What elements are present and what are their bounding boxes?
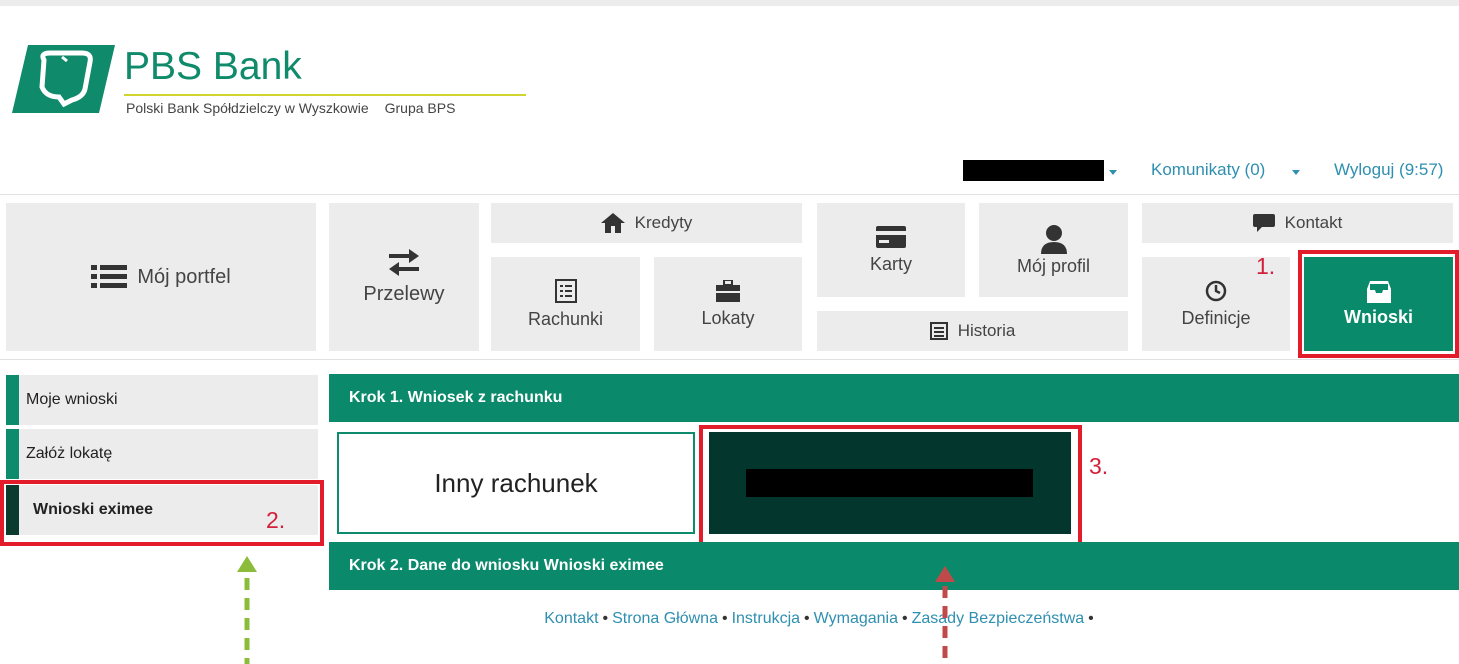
annotation-arrow-up-red-icon — [935, 566, 955, 664]
nav-accounts-label: Rachunki — [527, 308, 604, 329]
divider — [0, 359, 1459, 360]
brand-subtitle-left: Polski Bank Spółdzielczy w Wyszkowie — [126, 100, 369, 116]
chat-bubble-icon — [1252, 214, 1275, 232]
sidebar-item-my-applications[interactable]: Moje wnioski — [6, 375, 318, 425]
nav-deposits[interactable]: Lokaty — [654, 257, 802, 351]
nav-contact-label: Kontakt — [1284, 213, 1343, 232]
footer-link-home[interactable]: Strona Główna — [612, 610, 718, 627]
transfer-arrows-icon — [389, 248, 419, 276]
footer-link-requirements[interactable]: Wymagania — [814, 610, 898, 627]
sidebar-item-open-deposit[interactable]: Załóż lokatę — [6, 429, 318, 479]
nav-my-portfolio[interactable]: Mój portfel — [6, 203, 316, 351]
nav-credits-label: Kredyty — [634, 213, 693, 232]
highlight-box-applications — [1298, 250, 1459, 358]
footer-separator: • — [602, 610, 609, 627]
list-icon — [91, 265, 128, 288]
brand-subtitle: Polski Bank Spółdzielczy w Wyszkowie Grup… — [126, 100, 471, 116]
footer-links: Kontakt • Strona Główna • Instrukcja • Wymagan… — [0, 610, 1459, 628]
other-account-label: Inny rachunek — [434, 467, 598, 498]
nav-history[interactable]: Historia — [817, 311, 1128, 351]
nav-cards-label: Karty — [869, 253, 912, 274]
annotation-number-1: 1. — [1256, 253, 1276, 279]
logout-link[interactable]: Wyloguj (9:57) — [1334, 160, 1443, 180]
footer-link-instructions[interactable]: Instrukcja — [732, 610, 800, 627]
step-1-header: Krok 1. Wniosek z rachunku — [329, 374, 1459, 422]
bank-logo-icon — [12, 45, 115, 113]
brand-name: PBS Bank — [124, 45, 302, 88]
nav-transfers-label: Przelewy — [363, 282, 445, 305]
messages-chevron-down-icon[interactable] — [1292, 170, 1300, 175]
footer-separator: • — [804, 610, 810, 627]
nav-transfers[interactable]: Przelewy — [329, 203, 479, 351]
briefcase-icon — [716, 279, 740, 302]
nav-my-profile-label: Mój profil — [1016, 255, 1091, 276]
nav-accounts[interactable]: Rachunki — [491, 257, 640, 351]
history-list-icon — [929, 322, 948, 340]
home-icon — [600, 213, 625, 233]
annotation-number-3: 3. — [1089, 453, 1109, 479]
footer-separator: • — [902, 610, 908, 627]
nav-definitions-label: Definicje — [1181, 307, 1251, 328]
nav-deposits-label: Lokaty — [701, 307, 755, 328]
brand-subtitle-right: Grupa BPS — [384, 100, 456, 116]
clock-icon — [1205, 280, 1227, 301]
nav-credits[interactable]: Kredyty — [491, 203, 802, 243]
nav-contact[interactable]: Kontakt — [1142, 203, 1453, 243]
annotation-number-2: 2. — [266, 507, 286, 533]
nav-my-portfolio-label: Mój portfel — [137, 265, 231, 288]
user-icon — [1040, 224, 1067, 254]
highlight-box-account — [699, 425, 1082, 546]
other-account-option[interactable]: Inny rachunek — [337, 432, 695, 534]
nav-history-label: Historia — [957, 321, 1016, 340]
footer-link-contact[interactable]: Kontakt — [544, 610, 598, 627]
nav-cards[interactable]: Karty — [817, 203, 965, 297]
nav-my-profile[interactable]: Mój profil — [979, 203, 1128, 297]
footer-separator: • — [721, 610, 728, 627]
top-strip — [0, 0, 1459, 6]
credit-card-icon — [876, 225, 906, 248]
annotation-arrow-up-green-icon — [237, 556, 257, 664]
user-name-redacted[interactable] — [963, 160, 1104, 181]
step-2-header: Krok 2. Dane do wniosku Wnioski eximee — [329, 542, 1459, 590]
user-menu-chevron-down-icon[interactable] — [1109, 170, 1117, 175]
ledger-icon — [554, 278, 577, 303]
messages-link[interactable]: Komunikaty (0) — [1151, 160, 1265, 180]
footer-separator: • — [1088, 610, 1094, 627]
divider — [0, 194, 1459, 195]
brand-underline — [124, 94, 526, 96]
